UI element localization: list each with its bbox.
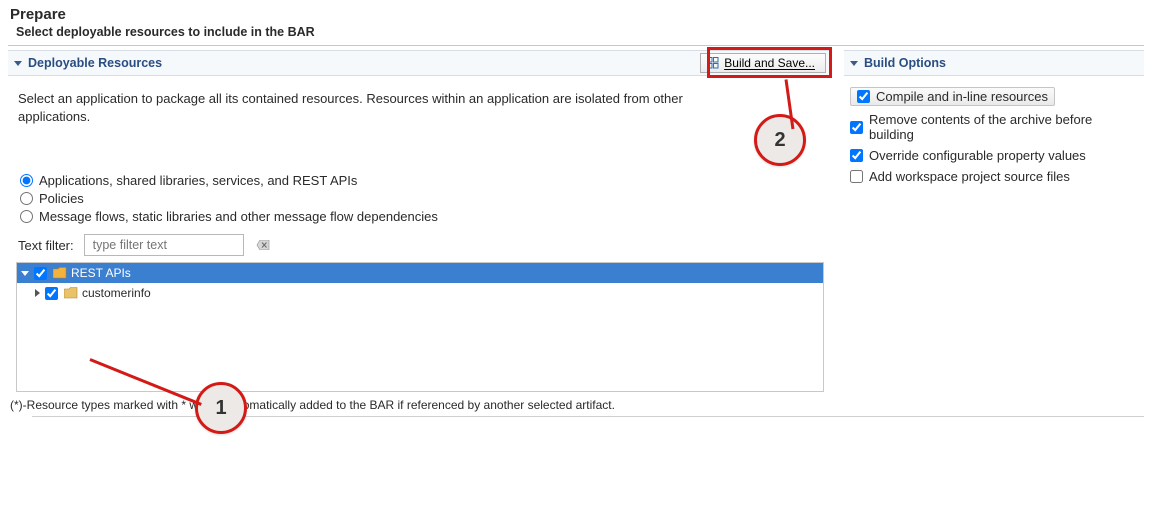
override-props-checkbox[interactable] [850,149,863,162]
tree-item-checkbox[interactable] [45,287,58,300]
chevron-down-icon[interactable] [850,61,858,66]
tree-item-customerinfo[interactable]: customerinfo [17,283,823,303]
deployable-resources-title: Deployable Resources [28,56,162,70]
text-filter-wrap [84,234,244,256]
folder-icon [53,267,67,279]
tree-root-checkbox[interactable] [34,267,47,280]
build-and-save-label: Build and Save... [724,56,815,70]
project-icon [64,287,78,299]
divider [32,416,1144,417]
divider [8,45,1144,46]
chevron-down-icon[interactable] [21,271,29,276]
build-icon [707,57,719,69]
scope-messageflows-radio[interactable] [20,210,33,223]
scope-applications-label: Applications, shared libraries, services… [39,173,357,188]
scope-messageflows-label: Message flows, static libraries and othe… [39,209,438,224]
tree-item-label: customerinfo [82,286,151,300]
resources-tree[interactable]: REST APIs customerinfo [16,262,824,392]
compile-checkbox[interactable] [857,90,870,103]
compile-label: Compile and in-line resources [876,89,1048,104]
add-workspace-label: Add workspace project source files [869,169,1070,184]
tree-root-rest-apis[interactable]: REST APIs [17,263,823,283]
add-workspace-checkbox[interactable] [850,170,863,183]
override-props-label: Override configurable property values [869,148,1086,163]
deployable-resources-header: Deployable Resources Build and Save... [8,50,832,76]
footnote: (*)-Resource types marked with * will be… [10,398,1144,412]
chevron-right-icon[interactable] [35,289,40,297]
tree-root-label: REST APIs [71,266,131,280]
clear-filter-button[interactable] [256,238,270,252]
remove-contents-checkbox[interactable] [850,121,863,134]
text-filter-label: Text filter: [18,238,74,253]
compile-option-pill[interactable]: Compile and in-line resources [850,87,1055,106]
page-subtitle: Select deployable resources to include i… [16,25,1144,39]
build-and-save-button[interactable]: Build and Save... [700,53,826,73]
section-description: Select an application to package all its… [18,90,698,125]
backspace-icon [256,240,270,250]
page-title: Prepare [10,6,1144,23]
chevron-down-icon[interactable] [14,61,22,66]
build-options-title: Build Options [864,56,946,70]
scope-applications-radio[interactable] [20,174,33,187]
scope-policies-radio[interactable] [20,192,33,205]
text-filter-input[interactable] [91,237,256,253]
remove-contents-label: Remove contents of the archive before bu… [869,112,1140,142]
scope-policies-label: Policies [39,191,84,206]
build-options-header: Build Options [844,50,1144,76]
